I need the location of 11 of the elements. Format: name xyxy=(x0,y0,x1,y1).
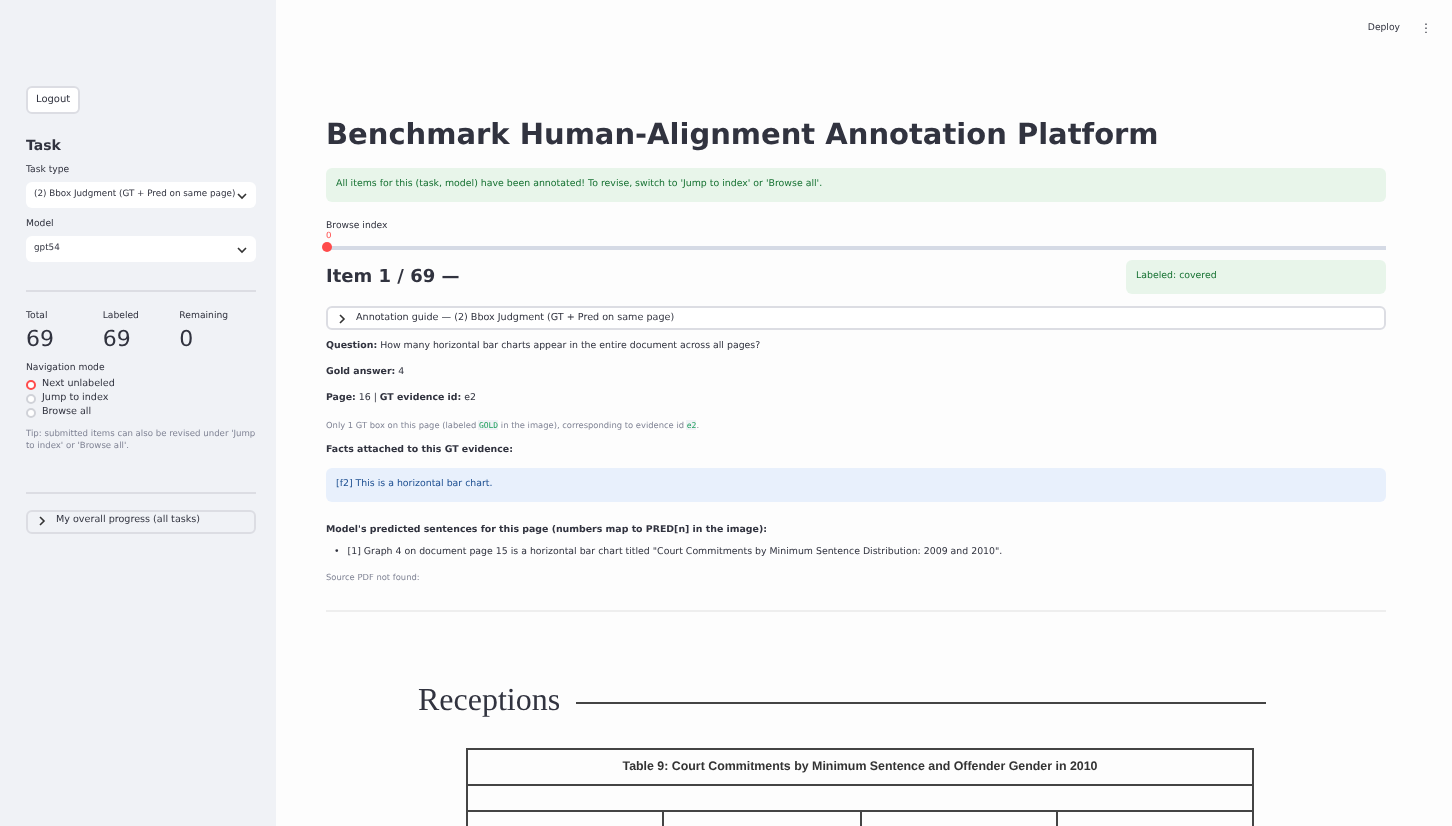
slider-thumb[interactable] xyxy=(321,242,331,252)
page-title: Benchmark Human-Alignment Annotation Platform xyxy=(326,120,1159,152)
metric-value: 0 xyxy=(179,326,194,352)
metric-value: 69 xyxy=(26,326,54,352)
chevron-icon xyxy=(236,245,248,253)
item-heading: Item 1 / 69 — xyxy=(326,267,460,287)
chevron-icon xyxy=(38,516,46,527)
metric-value: 69 xyxy=(102,326,131,352)
chevron-icon xyxy=(338,313,346,323)
chevron-icon xyxy=(236,191,248,199)
document-heading: Receptions xyxy=(418,684,561,721)
